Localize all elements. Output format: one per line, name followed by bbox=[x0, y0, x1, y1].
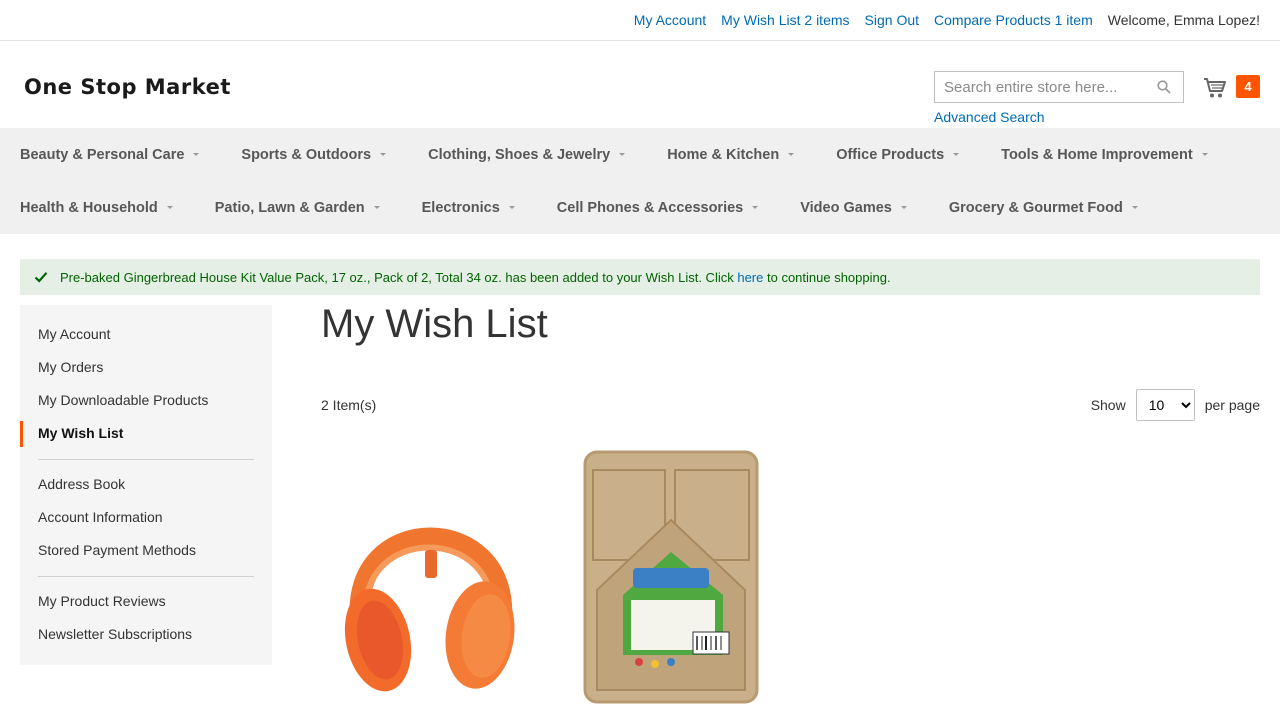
nav-label: Health & Household bbox=[20, 199, 158, 216]
chevron-down-icon bbox=[953, 153, 960, 156]
chevron-down-icon bbox=[788, 153, 795, 156]
search-box bbox=[934, 71, 1184, 103]
message-text: Pre-baked Gingerbread House Kit Value Pa… bbox=[60, 270, 891, 285]
nav-office-products[interactable]: Office Products bbox=[836, 146, 960, 163]
per-page-label: per page bbox=[1204, 397, 1260, 413]
cart-count-badge[interactable]: 4 bbox=[1236, 75, 1260, 98]
gingerbread-house-kit-image[interactable] bbox=[575, 450, 775, 710]
sign-out-link[interactable]: Sign Out bbox=[865, 12, 919, 28]
success-message: Pre-baked Gingerbread House Kit Value Pa… bbox=[20, 259, 1260, 295]
my-account-link[interactable]: My Account bbox=[634, 12, 706, 28]
account-sidebar: My Account My Orders My Downloadable Pro… bbox=[20, 305, 272, 665]
sidebar-divider bbox=[38, 576, 254, 577]
sidebar-item-my-orders[interactable]: My Orders bbox=[20, 351, 272, 384]
nav-label: Home & Kitchen bbox=[667, 146, 780, 163]
nav-cell-phones-accessories[interactable]: Cell Phones & Accessories bbox=[556, 199, 759, 216]
chevron-down-icon bbox=[166, 206, 173, 209]
chevron-down-icon bbox=[1201, 153, 1208, 156]
page-title: My Wish List bbox=[321, 302, 548, 346]
nav-label: Sports & Outdoors bbox=[241, 146, 372, 163]
item-count: 2 Item(s) bbox=[321, 397, 377, 413]
sidebar-item-my-wish-list: My Wish List bbox=[20, 417, 272, 450]
sidebar-item-account-information[interactable]: Account Information bbox=[20, 501, 272, 534]
nav-home-kitchen[interactable]: Home & Kitchen bbox=[667, 146, 795, 163]
nav-label: Beauty & Personal Care bbox=[20, 146, 185, 163]
shopping-cart-icon[interactable] bbox=[1203, 77, 1227, 99]
per-page-limiter: Show 10 per page bbox=[1091, 389, 1260, 421]
nav-patio-lawn-garden[interactable]: Patio, Lawn & Garden bbox=[215, 200, 380, 216]
nav-label: Video Games bbox=[800, 199, 892, 216]
wish-list-link[interactable]: My Wish List 2 items bbox=[721, 12, 849, 28]
nav-grocery-gourmet-food[interactable]: Grocery & Gourmet Food bbox=[949, 200, 1138, 216]
nav-row-1: Beauty & Personal Care Sports & Outdoors… bbox=[20, 128, 1280, 181]
nav-label: Tools & Home Improvement bbox=[1001, 146, 1193, 163]
nav-sports-outdoors[interactable]: Sports & Outdoors bbox=[241, 146, 387, 163]
chevron-down-icon bbox=[900, 206, 907, 209]
advanced-search-link[interactable]: Advanced Search bbox=[934, 109, 1045, 125]
compare-products-link[interactable]: Compare Products 1 item bbox=[934, 12, 1093, 28]
nav-tools-home-improvement[interactable]: Tools & Home Improvement bbox=[1001, 146, 1208, 163]
message-text-before: Pre-baked Gingerbread House Kit Value Pa… bbox=[60, 269, 738, 285]
nav-beauty-personal-care[interactable]: Beauty & Personal Care bbox=[20, 146, 200, 163]
chevron-down-icon bbox=[373, 206, 380, 209]
sidebar-item-product-reviews[interactable]: My Product Reviews bbox=[20, 585, 272, 618]
nav-label: Clothing, Shoes & Jewelry bbox=[428, 146, 611, 163]
nav-health-household[interactable]: Health & Household bbox=[20, 200, 173, 216]
nav-label: Office Products bbox=[836, 146, 945, 163]
orange-headphones-image[interactable] bbox=[330, 450, 530, 710]
message-text-after: to continue shopping. bbox=[763, 269, 891, 285]
chevron-down-icon bbox=[619, 153, 626, 156]
sidebar-item-downloadable-products[interactable]: My Downloadable Products bbox=[20, 384, 272, 417]
chevron-down-icon bbox=[752, 206, 759, 209]
store-logo[interactable]: One Stop Market bbox=[24, 75, 231, 99]
header-links: My Account My Wish List 2 items Sign Out… bbox=[634, 12, 1260, 28]
nav-row-2: Health & Household Patio, Lawn & Garden … bbox=[20, 181, 1280, 234]
nav-electronics[interactable]: Electronics bbox=[422, 200, 515, 216]
per-page-select[interactable]: 10 bbox=[1135, 389, 1195, 421]
category-navigation: Beauty & Personal Care Sports & Outdoors… bbox=[0, 128, 1280, 234]
nav-label: Patio, Lawn & Garden bbox=[214, 199, 365, 216]
sidebar-item-address-book[interactable]: Address Book bbox=[20, 468, 272, 501]
sidebar-item-stored-payment-methods[interactable]: Stored Payment Methods bbox=[20, 534, 272, 567]
nav-video-games[interactable]: Video Games bbox=[800, 200, 907, 216]
show-label: Show bbox=[1090, 397, 1126, 413]
chevron-down-icon bbox=[1131, 206, 1138, 209]
continue-shopping-link[interactable]: here bbox=[737, 270, 763, 285]
checkmark-icon bbox=[34, 272, 48, 283]
sidebar-divider bbox=[38, 459, 254, 460]
nav-label: Electronics bbox=[421, 199, 500, 216]
search-icon[interactable] bbox=[1157, 80, 1171, 94]
chevron-down-icon bbox=[380, 153, 387, 156]
nav-label: Grocery & Gourmet Food bbox=[948, 199, 1123, 216]
nav-label: Cell Phones & Accessories bbox=[556, 199, 744, 216]
sidebar-item-newsletter-subscriptions[interactable]: Newsletter Subscriptions bbox=[20, 618, 272, 651]
welcome-message: Welcome, Emma Lopez! bbox=[1107, 12, 1260, 28]
sidebar-item-my-account[interactable]: My Account bbox=[20, 318, 272, 351]
site-header: One Stop Market Advanced Search 4 bbox=[0, 41, 1280, 128]
search-input[interactable] bbox=[935, 72, 1150, 102]
top-header-bar: My Account My Wish List 2 items Sign Out… bbox=[0, 0, 1280, 41]
chevron-down-icon bbox=[193, 153, 200, 156]
chevron-down-icon bbox=[508, 206, 515, 209]
nav-clothing-shoes-jewelry[interactable]: Clothing, Shoes & Jewelry bbox=[428, 146, 626, 163]
